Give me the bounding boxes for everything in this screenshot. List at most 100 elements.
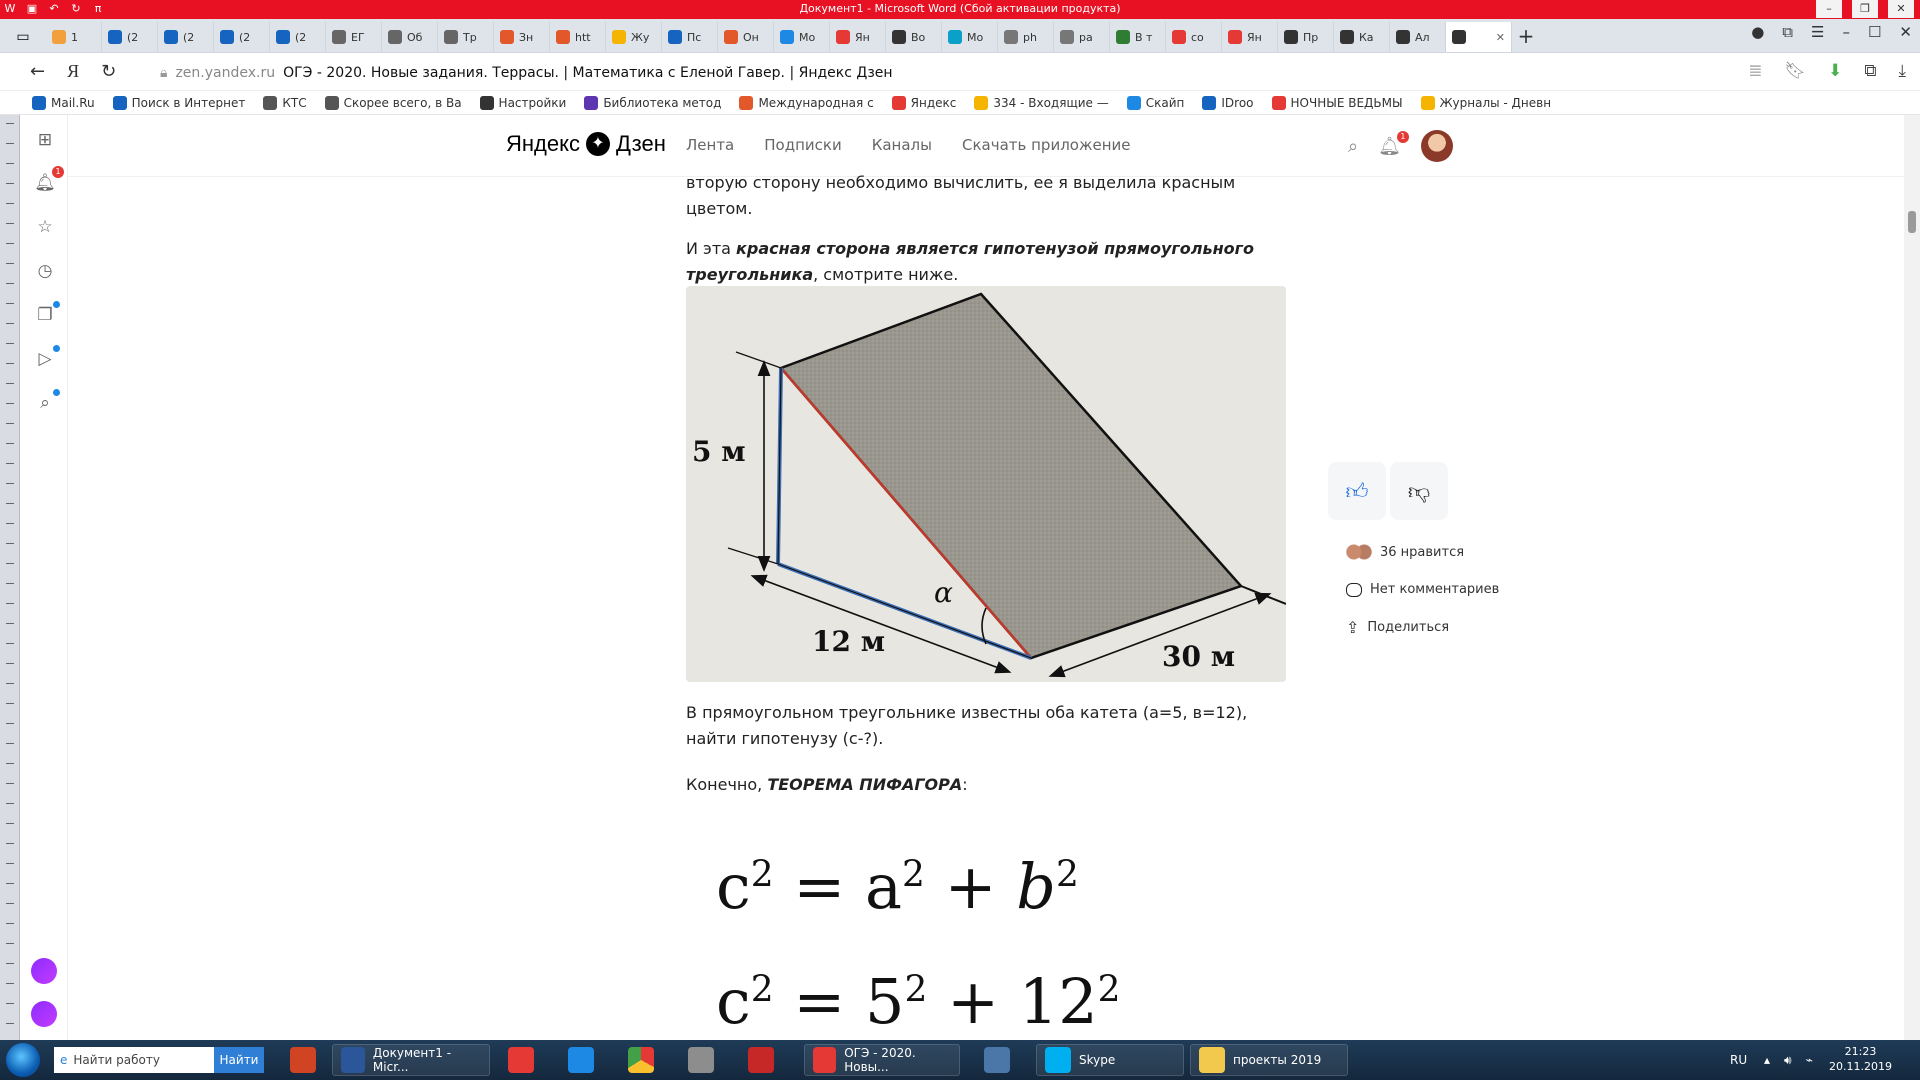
browser-tab[interactable]: ph	[998, 22, 1054, 52]
downloads-icon[interactable]: ⤓	[1898, 61, 1906, 81]
browser-tab[interactable]: Мо	[942, 22, 998, 52]
reader-icon[interactable]: ≣	[1748, 61, 1762, 81]
word-taskbar-button[interactable]: Документ1 - Micr...	[332, 1044, 490, 1076]
reload-icon[interactable]: ↻	[101, 61, 116, 82]
tabs-icon[interactable]: ⧉	[1782, 23, 1793, 41]
volume-icon[interactable]: 🔊︎	[1784, 1053, 1792, 1068]
browser-minimize-button[interactable]: –	[1842, 23, 1850, 41]
powerpoint-taskbar-icon[interactable]	[282, 1044, 324, 1076]
bookmark-item[interactable]: НОЧНЫЕ ВЕДЬМЫ	[1271, 95, 1403, 110]
browser-tab[interactable]: (2	[214, 22, 270, 52]
alice-camera-icon[interactable]	[31, 958, 57, 984]
skype-taskbar-button[interactable]: Skype	[1036, 1044, 1184, 1076]
bookmark-icon[interactable]: 🔖︎	[1785, 61, 1807, 81]
history-icon[interactable]: ◷	[34, 260, 56, 282]
printer-taskbar-icon[interactable]	[680, 1044, 722, 1076]
browser-tab[interactable]: Он	[718, 22, 774, 52]
bookmark-item[interactable]: Скорее всего, в Ва	[324, 95, 462, 110]
browser-tab[interactable]: Ян	[830, 22, 886, 52]
alice-assistant-icon[interactable]	[31, 1001, 57, 1027]
browser-tab[interactable]: Ка	[1334, 22, 1390, 52]
yandex-taskbar-icon[interactable]	[500, 1044, 542, 1076]
url-field[interactable]: 🔒︎ zen.yandex.ru ОГЭ - 2020. Новые задан…	[160, 60, 893, 86]
bookmark-item[interactable]: IDroo	[1202, 95, 1254, 110]
browser-tab[interactable]: со	[1166, 22, 1222, 52]
browser-tab[interactable]: В т	[1110, 22, 1166, 52]
zen-logo[interactable]: Яндекс ✦ Дзен	[506, 131, 666, 157]
video-play-icon[interactable]: ▷	[34, 345, 60, 370]
browser-tab[interactable]: Зн	[494, 22, 550, 52]
dislike-button[interactable]: 👎︎	[1390, 462, 1448, 520]
close-button[interactable]: ✕	[1888, 0, 1914, 18]
bookmark-item[interactable]: КТС	[263, 95, 307, 110]
browser-tab[interactable]: 1	[46, 22, 102, 52]
browser-maximize-button[interactable]: ☐	[1868, 23, 1881, 41]
browser-tab[interactable]: (2	[102, 22, 158, 52]
download-arrow-icon[interactable]: ⬇	[1828, 61, 1842, 81]
browser-tab[interactable]: Тр	[438, 22, 494, 52]
scrollbar-thumb[interactable]	[1908, 211, 1916, 233]
like-button[interactable]: 👍︎	[1328, 462, 1386, 520]
menu-icon[interactable]: ☰	[1811, 23, 1824, 41]
browser-tab[interactable]: Об	[382, 22, 438, 52]
browser-tab[interactable]: Жу	[606, 22, 662, 52]
browser-tab[interactable]: Ал	[1390, 22, 1446, 52]
bookmark-item[interactable]: Библиотека метод	[584, 95, 721, 110]
share-button[interactable]: ⇪ Поделиться	[1346, 618, 1449, 637]
tab-active[interactable]: ✕	[1446, 22, 1512, 52]
zen-nav-item[interactable]: Скачать приложение	[962, 136, 1131, 154]
browser-taskbar-button[interactable]: ОГЭ - 2020. Новы...	[804, 1044, 960, 1076]
bookmark-item[interactable]: Яндекс	[891, 95, 956, 110]
page-scrollbar[interactable]	[1904, 115, 1920, 1040]
back-icon[interactable]: ←	[30, 61, 45, 82]
browser-tab[interactable]: (2	[158, 22, 214, 52]
vk-taskbar-icon[interactable]	[976, 1044, 1018, 1076]
browser-tab[interactable]: ЕГ	[326, 22, 382, 52]
zen-nav-item[interactable]: Лента	[686, 136, 734, 154]
bookmark-item[interactable]: 334 - Входящие —	[974, 95, 1109, 110]
browser-tab[interactable]: Мо	[774, 22, 830, 52]
network-icon[interactable]: ⌁	[1806, 1053, 1813, 1067]
bookmark-item[interactable]: Международная с	[739, 95, 874, 110]
extensions-icon[interactable]: ⧉	[1864, 61, 1876, 81]
chrome-taskbar-icon[interactable]	[620, 1044, 662, 1076]
apps-grid-icon[interactable]: ⊞	[34, 129, 56, 151]
browser-tab[interactable]: htt	[550, 22, 606, 52]
bookmark-item[interactable]: Mail.Ru	[32, 95, 95, 110]
browser-tab[interactable]: Пс	[662, 22, 718, 52]
taskbar-search-button[interactable]: Найти	[214, 1047, 264, 1073]
bookmark-item[interactable]: Журналы - Дневн	[1420, 95, 1551, 110]
browser-tab[interactable]: Пр	[1278, 22, 1334, 52]
bookmark-item[interactable]: Скайп	[1126, 95, 1184, 110]
notifications-icon[interactable]: 🔔︎ 1	[34, 166, 64, 194]
bell-icon[interactable]: 🔔︎ 1	[1378, 130, 1409, 157]
favorites-star-icon[interactable]: ☆	[34, 216, 56, 238]
bookmark-item[interactable]: Настройки	[479, 95, 566, 110]
taskbar-search-field[interactable]: e Найти работу	[54, 1047, 214, 1073]
minimize-button[interactable]: –	[1816, 0, 1842, 18]
acrobat-taskbar-icon[interactable]	[740, 1044, 782, 1076]
language-indicator[interactable]: RU	[1722, 1044, 1755, 1076]
zen-nav-item[interactable]: Подписки	[764, 136, 841, 154]
start-button[interactable]	[6, 1043, 40, 1077]
tray-arrow-icon[interactable]: ▴	[1764, 1053, 1770, 1067]
system-clock[interactable]: 21:23 20.11.2019	[1829, 1044, 1892, 1074]
browser-tab[interactable]: Ян	[1222, 22, 1278, 52]
browser-tab[interactable]: ра	[1054, 22, 1110, 52]
yandex-icon[interactable]: Я	[67, 61, 79, 82]
close-tab-icon[interactable]: ✕	[1496, 31, 1505, 44]
browser-close-button[interactable]: ✕	[1899, 23, 1912, 41]
zen-nav-item[interactable]: Каналы	[872, 136, 932, 154]
folder-taskbar-button[interactable]: проекты 2019	[1190, 1044, 1348, 1076]
search-doc-icon[interactable]: ⌕	[34, 389, 60, 414]
tabs-panel-icon[interactable]: ▭	[0, 22, 46, 52]
user-avatar[interactable]	[1420, 130, 1453, 162]
ie-taskbar-icon[interactable]	[560, 1044, 602, 1076]
browser-tab[interactable]: Во	[886, 22, 942, 52]
browser-tab[interactable]: (2	[270, 22, 326, 52]
likes-count[interactable]: 36 нравится	[1346, 544, 1464, 560]
search-icon[interactable]: ⌕	[1348, 136, 1358, 157]
comments-link[interactable]: Нет комментариев	[1346, 582, 1499, 597]
new-tab-button[interactable]: +	[1512, 24, 1540, 48]
collections-icon[interactable]: ❐	[34, 301, 60, 326]
